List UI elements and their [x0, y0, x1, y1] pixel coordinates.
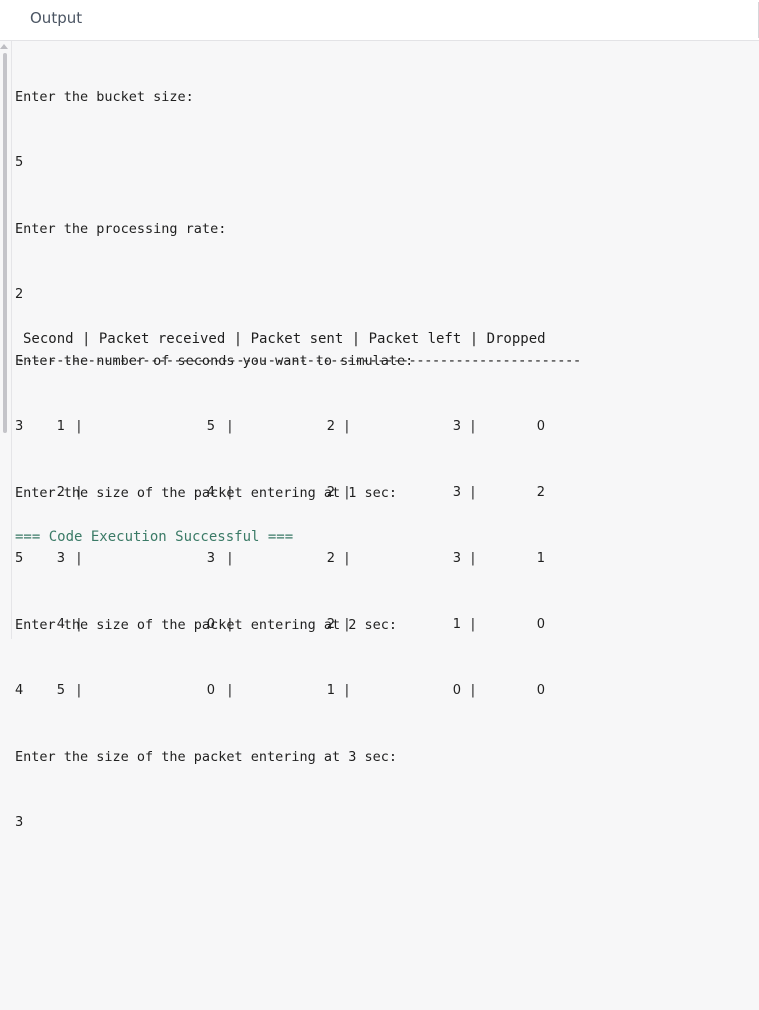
console-prompt: Enter the bucket size: — [15, 89, 194, 105]
cell-second: 3 — [56, 551, 65, 566]
cell-received: 3 — [206, 551, 215, 566]
table-body: 1 | 5 | 2 | 3 | 0 2 | 4 | 2 | 3 | 2 3 | 3 | 2 | 3 | … — [15, 372, 545, 746]
output-title: Output — [30, 9, 83, 27]
table-header: Second | Packet received | Packet sent |… — [23, 331, 546, 347]
cell-left: 3 — [452, 485, 461, 500]
cell-sent: 1 — [326, 683, 335, 698]
cell-left: 3 — [452, 551, 461, 566]
cell-dropped: 0 — [536, 419, 545, 434]
console-input-value: 3 — [15, 419, 24, 434]
table-row: 5 | 0 | 1 | 0 | 0 — [15, 680, 545, 702]
cell-sent: 2 — [326, 551, 335, 566]
cell-received: 0 — [206, 617, 215, 632]
table-row: 1 | 5 | 2 | 3 | 0 — [15, 416, 545, 438]
cell-sent: 2 — [326, 485, 335, 500]
console-prompt: Enter the processing rate: — [15, 221, 227, 237]
console-input-value: 5 — [15, 155, 24, 170]
cell-sent: 2 — [326, 419, 335, 434]
console-input-value: 3 — [15, 815, 24, 830]
cell-left: 3 — [452, 419, 461, 434]
cell-left: 0 — [452, 683, 461, 698]
console-input-value: 5 — [15, 551, 24, 566]
cell-sent: 2 — [326, 617, 335, 632]
console-input-value: 2 — [15, 287, 24, 302]
cell-dropped: 0 — [536, 617, 545, 632]
scroll-up-arrow-icon[interactable] — [0, 44, 8, 49]
table-row: 3 | 3 | 2 | 3 | 1 — [15, 548, 545, 570]
cell-received: 5 — [206, 419, 215, 434]
execution-status: === Code Execution Successful === — [15, 529, 294, 545]
cell-left: 1 — [452, 617, 461, 632]
cell-dropped: 0 — [536, 683, 545, 698]
cell-second: 4 — [56, 617, 65, 632]
table-separator: ----------------------------------------… — [17, 353, 581, 369]
console-prompt: Enter the size of the packet entering at… — [15, 485, 398, 501]
output-header: Output — [0, 0, 759, 41]
cell-dropped: 2 — [536, 485, 545, 500]
table-row: 2 | 4 | 2 | 3 | 2 — [15, 482, 545, 504]
console-input-value: 4 — [15, 683, 24, 698]
cell-dropped: 1 — [536, 551, 545, 566]
console-prompt: Enter the size of the packet entering at… — [15, 749, 398, 765]
console-prompt: Enter the size of the packet entering at… — [15, 617, 398, 633]
cell-received: 4 — [206, 485, 215, 500]
cell-second: 2 — [56, 485, 65, 500]
cell-second: 1 — [56, 419, 65, 434]
cell-received: 0 — [206, 683, 215, 698]
scrollbar-thumb[interactable] — [3, 53, 7, 433]
cell-second: 5 — [56, 683, 65, 698]
table-row: 4 | 0 | 2 | 1 | 0 — [15, 614, 545, 636]
console-output: Enter the bucket size: 5 Enter the proce… — [15, 42, 755, 1010]
